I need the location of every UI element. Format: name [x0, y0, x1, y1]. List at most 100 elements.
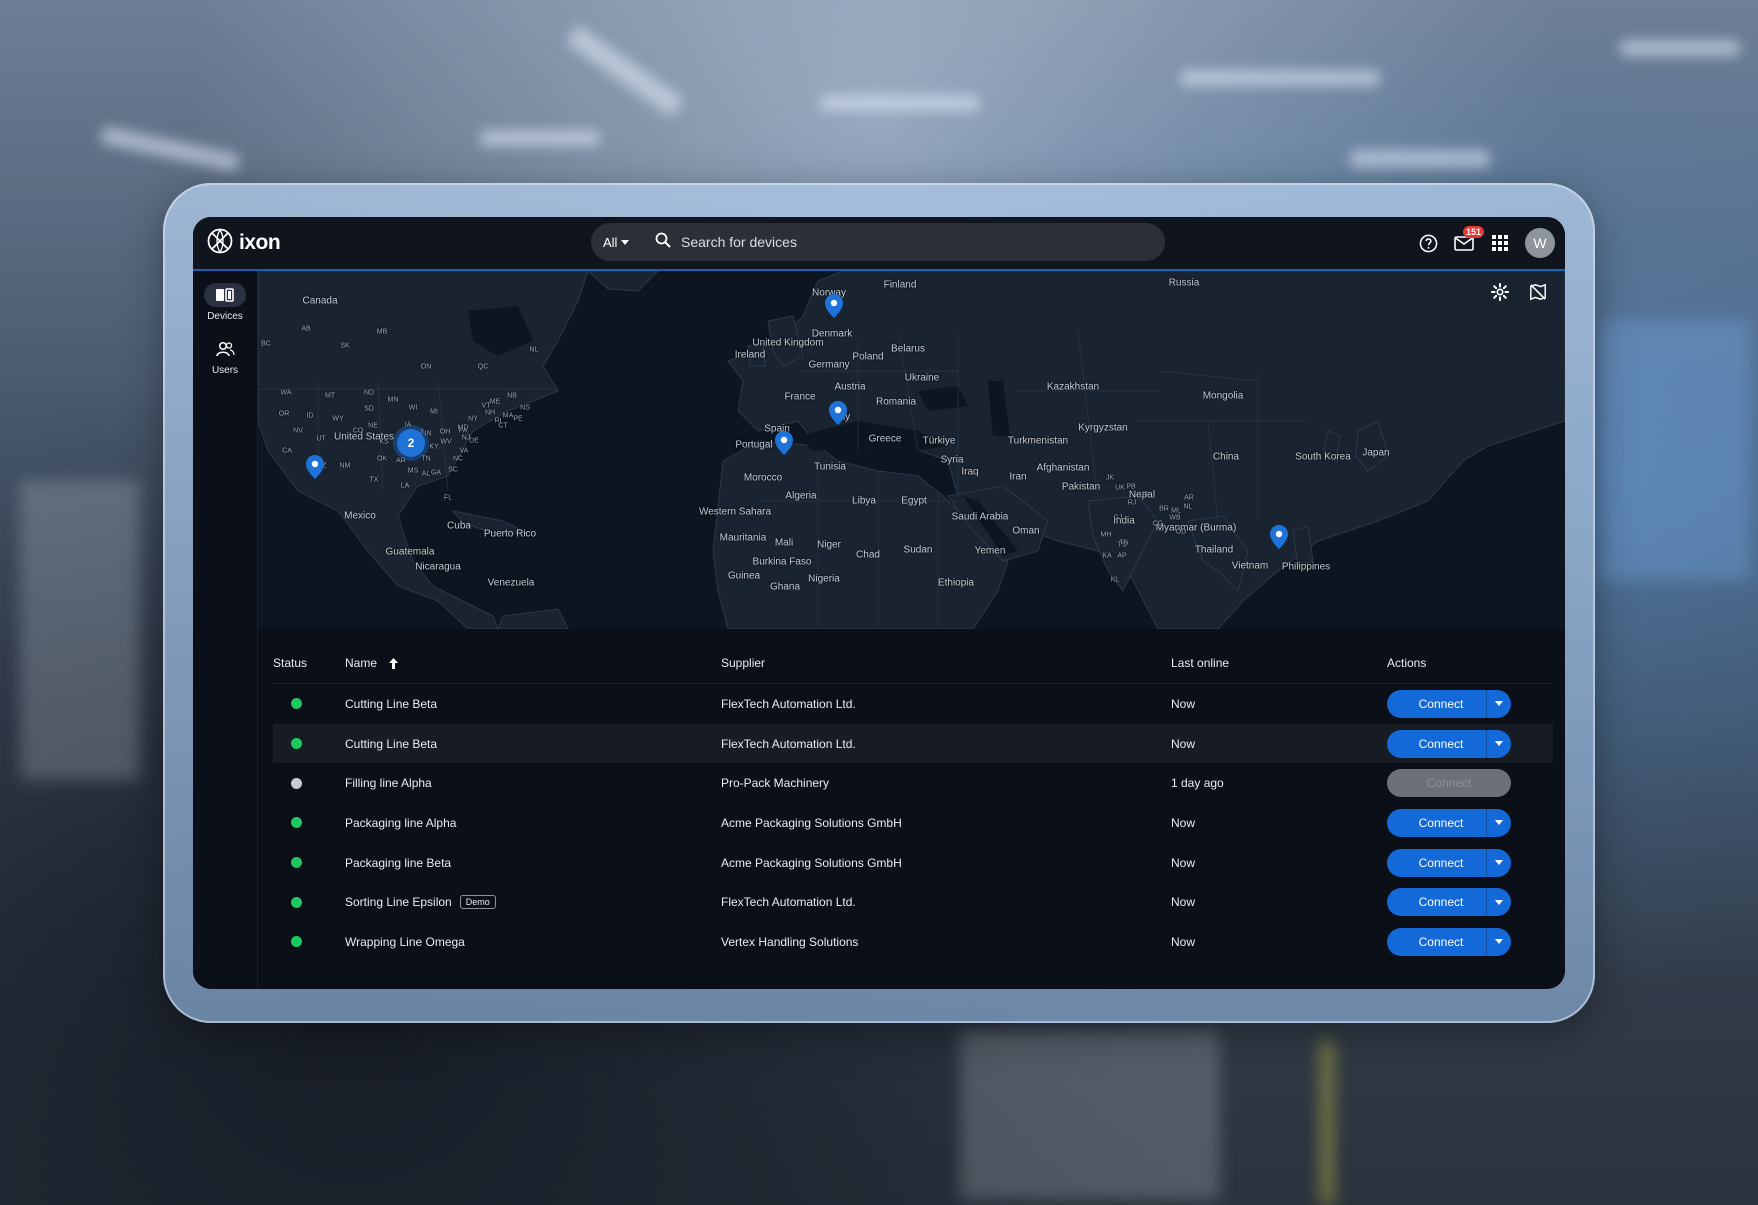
map-region-label: DE: [469, 437, 479, 445]
map-region-label: VT: [481, 402, 491, 410]
map-country-label: Puerto Rico: [483, 528, 537, 540]
device-map[interactable]: Canada Russia Finland Norway Denmark United K…: [258, 271, 1565, 629]
map-tools: [1491, 283, 1551, 305]
map-region-label: WI: [408, 404, 418, 412]
supplier-cell: Acme Packaging Solutions GmbH: [721, 855, 902, 870]
map-region-label: WB: [1169, 514, 1181, 522]
search-filter-label: All: [603, 234, 618, 250]
connect-button[interactable]: Connect: [1387, 888, 1511, 917]
map-region-label: ML: [1171, 507, 1181, 515]
map-country-label: Japan: [1362, 447, 1390, 459]
sidebar-item-users[interactable]: Users: [199, 337, 251, 376]
map-country-label: South Korea: [1295, 451, 1351, 463]
name-cell[interactable]: Sorting Line Epsilon Demo: [345, 895, 721, 910]
connect-options-button[interactable]: [1486, 848, 1511, 877]
name-cell[interactable]: Packaging line Beta: [345, 856, 721, 870]
status-indicator: [291, 817, 302, 829]
connect-button[interactable]: Connect: [1387, 769, 1511, 798]
device-name: Sorting Line Epsilon: [345, 895, 452, 910]
user-avatar[interactable]: W: [1525, 228, 1555, 258]
actions-cell: Connect: [1387, 848, 1553, 877]
map-country-label: Philippines: [1281, 561, 1331, 573]
connect-button[interactable]: Connect: [1387, 808, 1511, 837]
apps-button[interactable]: [1489, 232, 1511, 254]
table-row[interactable]: Packaging line Alpha Acme Packaging Solu…: [273, 803, 1553, 843]
table-row[interactable]: Wrapping Line Omega Vertex Handling Solu…: [273, 922, 1553, 962]
name-cell[interactable]: Packaging line Alpha: [345, 816, 721, 830]
map-region-label: FL: [443, 494, 453, 502]
status-cell: [273, 738, 345, 750]
connect-button[interactable]: Connect: [1387, 927, 1511, 956]
map-region-label: NH: [484, 409, 496, 417]
map-region-label: MT: [324, 392, 336, 400]
map-region-label: RI: [494, 417, 502, 425]
top-bar: ixon All 151: [193, 217, 1565, 271]
connect-button-label: Connect: [1426, 776, 1472, 791]
map-country-label: Kazakhstan: [1046, 381, 1100, 393]
gear-icon: [1491, 283, 1509, 301]
map-region-label: SD: [364, 405, 374, 413]
chevron-down-icon: [1495, 899, 1503, 905]
connect-options-button[interactable]: [1486, 689, 1511, 718]
actions-cell: Connect: [1387, 729, 1553, 758]
map-country-label: Austria: [834, 381, 866, 393]
background-structure: [1600, 320, 1750, 580]
chevron-down-icon: [1495, 939, 1503, 945]
table-row[interactable]: Cutting Line Beta FlexTech Automation Lt…: [273, 723, 1553, 764]
supplier-cell: Vertex Handling Solutions: [721, 934, 859, 949]
column-supplier[interactable]: Supplier: [721, 656, 1171, 670]
map-region-label: TN: [421, 455, 431, 463]
background-light: [480, 130, 600, 146]
hide-map-button[interactable]: [1529, 283, 1551, 305]
connect-button[interactable]: Connect: [1387, 729, 1511, 758]
notifications-button[interactable]: 151: [1453, 226, 1485, 254]
background-light: [1180, 70, 1380, 86]
search-filter-dropdown[interactable]: All: [603, 235, 655, 250]
table-row[interactable]: Sorting Line Epsilon Demo FlexTech Autom…: [273, 882, 1553, 922]
map-region-label: RJ: [1127, 499, 1137, 507]
last-online-cell: Now: [1171, 895, 1196, 910]
notification-badge: 151: [1463, 226, 1485, 238]
connect-options-button[interactable]: [1486, 808, 1511, 837]
last-online-cell: Now: [1171, 934, 1196, 949]
map-region-label: UP: [1139, 491, 1149, 499]
column-name[interactable]: Name: [345, 656, 721, 670]
actions-cell: Connect: [1387, 888, 1553, 917]
map-country-label: Finland: [883, 279, 917, 291]
sidebar-item-devices[interactable]: Devices: [199, 283, 251, 322]
map-region-label: MA: [502, 412, 514, 420]
search-input[interactable]: [679, 233, 1165, 251]
connect-options-button[interactable]: [1486, 888, 1511, 917]
device-name: Wrapping Line Omega: [345, 934, 465, 949]
map-region-label: NV: [293, 427, 303, 435]
table-row[interactable]: Filling line Alpha Pro-Pack Machinery 1 …: [273, 763, 1553, 803]
device-cluster[interactable]: 2: [397, 429, 425, 457]
table-row[interactable]: Cutting Line Beta FlexTech Automation Lt…: [273, 684, 1553, 724]
connect-options-button[interactable]: [1486, 729, 1511, 758]
map-region-label: OR: [278, 410, 290, 418]
map-region-label: KS: [379, 438, 389, 446]
map-region-label: AB: [301, 325, 311, 333]
column-last-online[interactable]: Last online: [1171, 656, 1387, 670]
name-cell[interactable]: Wrapping Line Omega: [345, 935, 721, 949]
column-status[interactable]: Status: [273, 656, 345, 670]
map-country-label: Greece: [868, 433, 902, 445]
connect-button[interactable]: Connect: [1387, 689, 1511, 718]
connect-button[interactable]: Connect: [1387, 848, 1511, 877]
map-region-label: ON: [420, 363, 432, 371]
background-structure: [1320, 1040, 1334, 1205]
name-cell[interactable]: Cutting Line Beta: [345, 697, 721, 711]
background-structure: [960, 1030, 1220, 1200]
status-indicator: [291, 738, 302, 750]
help-button[interactable]: [1417, 232, 1439, 254]
name-cell[interactable]: Cutting Line Beta: [345, 737, 721, 751]
map-region-label: CO: [352, 427, 364, 435]
map-country-label: Mexico: [344, 510, 376, 522]
table-row[interactable]: Packaging line Beta Acme Packaging Solut…: [273, 843, 1553, 883]
name-cell[interactable]: Filling line Alpha: [345, 776, 721, 790]
device-name: Packaging line Beta: [345, 855, 452, 870]
map-settings-button[interactable]: [1491, 283, 1513, 305]
connect-options-button[interactable]: [1486, 927, 1511, 956]
status-cell: [273, 698, 345, 710]
brand-logo[interactable]: ixon: [207, 228, 281, 257]
